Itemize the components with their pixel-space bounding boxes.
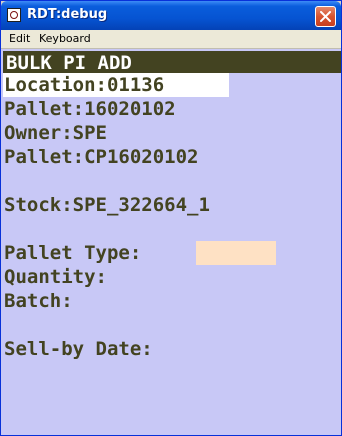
pallet-line: Pallet:16020102 [4,98,176,120]
owner-line: Owner:SPE [4,122,107,144]
menu-edit[interactable]: Edit [9,32,30,45]
header-bar: BULK PI ADD [3,51,341,74]
title-bar[interactable]: RDT:debug [1,1,341,30]
menu-bar: Edit Keyboard [1,30,341,49]
app-icon [7,8,21,22]
pallet-type-label: Pallet Type: [4,242,142,264]
terminal-screen: BULK PI ADD Location:01136 Pallet:160201… [1,49,341,435]
quantity-label: Quantity: [4,266,107,288]
pallet-cp-line: Pallet:CP16020102 [4,146,199,168]
window-title: RDT:debug [27,7,108,22]
stock-line: Stock:SPE_322664_1 [4,194,210,216]
rdt-window: RDT:debug Edit Keyboard BULK PI ADD Loca… [0,0,342,436]
screen-title: BULK PI ADD [6,52,132,74]
sell-by-date-label: Sell-by Date: [4,338,153,360]
location-line: Location:01136 [4,74,165,96]
close-icon [320,11,331,22]
close-button[interactable] [315,6,336,27]
menu-keyboard[interactable]: Keyboard [39,32,91,45]
pallet-type-input[interactable] [196,241,276,265]
batch-label: Batch: [4,290,73,312]
